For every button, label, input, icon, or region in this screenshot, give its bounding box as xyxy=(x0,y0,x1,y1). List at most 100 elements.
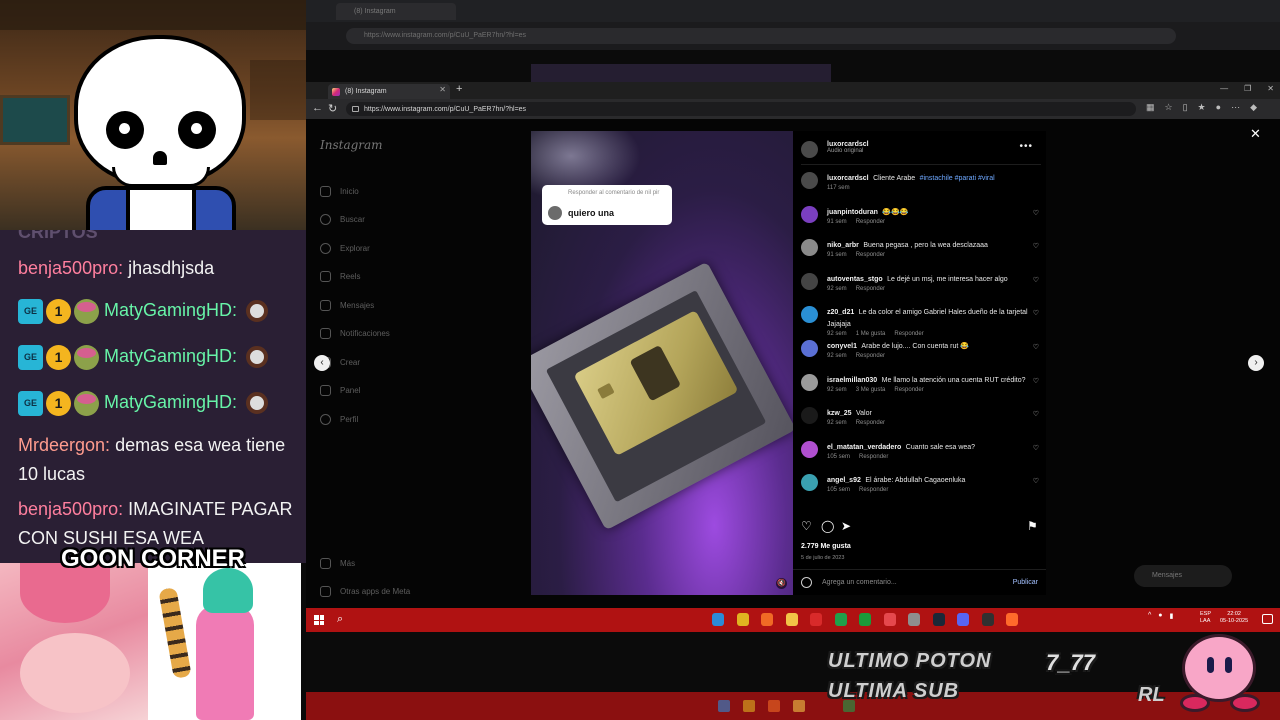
split-icon[interactable]: ▯ xyxy=(1183,102,1188,113)
tray-chevron-icon[interactable]: ^ xyxy=(1148,612,1151,620)
save-icon[interactable]: ⚑ xyxy=(1027,519,1038,533)
likes-count[interactable]: 2.779 Me gusta xyxy=(801,543,851,550)
comment-username[interactable]: juanpintoduran xyxy=(827,209,878,216)
audio-label[interactable]: Audio original xyxy=(827,148,869,154)
sidebar-item-explorar[interactable]: Explorar xyxy=(320,234,390,263)
commenter-avatar[interactable] xyxy=(801,474,818,492)
commenter-avatar[interactable] xyxy=(801,272,818,290)
comment-username[interactable]: autoventas_stgo xyxy=(827,276,883,283)
sidebar-item-mensajes[interactable]: Mensajes xyxy=(320,291,390,320)
next-post-icon[interactable]: › xyxy=(1248,355,1264,371)
sidebar-item-perfil[interactable]: Perfil xyxy=(320,405,390,434)
maximize-icon[interactable]: ❐ xyxy=(1244,84,1251,93)
comment-like-icon[interactable]: ♡ xyxy=(1033,343,1039,351)
comment-username[interactable]: kzw_25 xyxy=(827,410,852,417)
more-icon[interactable]: ⋯ xyxy=(1231,102,1240,113)
clock[interactable]: 22:02 05-10-2025 xyxy=(1220,611,1248,625)
edge-icon[interactable] xyxy=(712,613,724,626)
like-icon[interactable]: ♡ xyxy=(801,519,812,533)
comment-like-icon[interactable]: ♡ xyxy=(1033,377,1039,385)
comment-username[interactable]: el_matatan_verdadero xyxy=(827,444,901,451)
comment-icon[interactable]: ◯ xyxy=(821,519,834,533)
messages-button[interactable]: Mensajes xyxy=(1134,565,1232,587)
reload-icon[interactable]: ↻ xyxy=(328,102,337,115)
favorite-icon[interactable]: ☆ xyxy=(1165,102,1173,113)
share-icon[interactable]: ➤ xyxy=(841,519,851,533)
commenter-avatar[interactable] xyxy=(801,373,818,391)
comment-likes[interactable]: 3 Me gusta xyxy=(856,387,886,393)
new-tab-icon[interactable]: + xyxy=(456,83,462,95)
profile-icon[interactable]: ● xyxy=(1216,102,1221,113)
reply-button[interactable]: Responder xyxy=(856,219,885,225)
spreadsheet-icon[interactable] xyxy=(834,613,847,626)
background-tab[interactable]: (8) Instagram xyxy=(336,3,456,20)
background-address-bar[interactable]: https://www.instagram.com/p/CuU_PaER7hn/… xyxy=(346,28,1176,44)
comment-like-icon[interactable]: ♡ xyxy=(1033,209,1039,217)
browser-active-icon[interactable] xyxy=(1006,613,1018,626)
commenter-avatar[interactable] xyxy=(801,205,818,223)
comment-username[interactable]: niko_arbr xyxy=(827,242,859,249)
emoji-icon[interactable] xyxy=(801,577,812,588)
apps-icon[interactable]: ▦ xyxy=(1146,102,1155,113)
close-modal-icon[interactable]: ✕ xyxy=(1250,126,1261,142)
windows-start-icon[interactable] xyxy=(314,615,324,625)
commenter-avatar[interactable] xyxy=(801,407,818,425)
steam-icon[interactable] xyxy=(932,613,945,626)
tab-close-icon[interactable]: ✕ xyxy=(439,85,446,94)
obs-icon[interactable] xyxy=(981,613,994,626)
address-bar[interactable]: https://www.instagram.com/p/CuU_PaER7hn/… xyxy=(346,102,1136,116)
mute-icon[interactable]: 🔇 xyxy=(776,578,787,589)
reply-button[interactable]: Responder xyxy=(856,252,885,258)
mic-icon[interactable]: ● xyxy=(1158,612,1162,620)
chrome-icon[interactable] xyxy=(736,613,749,626)
sidebar-item-reels[interactable]: Reels xyxy=(320,263,390,292)
taskbar-search-icon[interactable]: ⌕ xyxy=(337,613,343,626)
reply-button[interactable]: Responder xyxy=(859,487,888,493)
author-username[interactable]: luxorcardscl xyxy=(827,141,869,148)
comment-username[interactable]: israelmillan030 xyxy=(827,377,877,384)
reply-button[interactable]: Responder xyxy=(894,387,923,393)
valorant-icon[interactable] xyxy=(883,613,896,626)
reply-button[interactable]: Responder xyxy=(859,454,888,460)
commenter-avatar[interactable] xyxy=(801,339,818,357)
network-icon[interactable]: ▮ xyxy=(1170,612,1174,620)
sidebar-item-panel[interactable]: Panel xyxy=(320,377,390,406)
comment-like-icon[interactable]: ♡ xyxy=(1033,309,1039,317)
settings-icon[interactable] xyxy=(908,613,920,626)
sidebar-item-inicio[interactable]: Inicio xyxy=(320,177,390,206)
instagram-logo[interactable]: Instagram xyxy=(320,138,383,152)
discord-icon[interactable] xyxy=(957,613,969,626)
commenter-avatar[interactable] xyxy=(801,440,818,458)
comment-username[interactable]: angel_s92 xyxy=(827,477,861,484)
window-close-icon[interactable]: ✕ xyxy=(1267,84,1274,93)
reply-button[interactable]: Responder xyxy=(856,353,885,359)
reply-button[interactable]: Responder xyxy=(856,420,885,426)
avatar[interactable] xyxy=(801,172,818,189)
sidebar-item-more[interactable]: Más xyxy=(320,549,410,578)
comment-input[interactable]: Agrega un comentario... xyxy=(822,579,897,586)
pdf-icon[interactable] xyxy=(810,613,822,626)
publish-button[interactable]: Publicar xyxy=(1013,579,1038,586)
commenter-avatar[interactable] xyxy=(801,239,818,257)
media-icon[interactable] xyxy=(859,613,871,626)
favorites-icon[interactable]: ★ xyxy=(1198,102,1206,113)
reply-button[interactable]: Responder xyxy=(856,286,885,292)
reply-button[interactable]: Responder xyxy=(894,331,923,337)
prev-post-icon[interactable]: ‹ xyxy=(314,355,330,371)
language-indicator[interactable]: ESP LAA xyxy=(1200,611,1211,625)
sidebar-item-buscar[interactable]: Buscar xyxy=(320,206,390,235)
minimize-icon[interactable]: — xyxy=(1220,84,1228,93)
caption-username[interactable]: luxorcardscl xyxy=(827,175,869,182)
comment-like-icon[interactable]: ♡ xyxy=(1033,477,1039,485)
more-options-icon[interactable]: ••• xyxy=(1019,141,1033,152)
copilot-icon[interactable]: ◆ xyxy=(1250,102,1257,113)
tab-instagram[interactable]: (8) Instagram ✕ xyxy=(328,84,450,99)
sidebar-item-meta-apps[interactable]: Otras apps de Meta xyxy=(320,578,410,607)
sidebar-item-notificaciones[interactable]: Notificaciones xyxy=(320,320,390,349)
brave-icon[interactable] xyxy=(761,613,773,626)
folder-icon[interactable] xyxy=(785,613,798,626)
back-icon[interactable]: ← xyxy=(312,102,323,114)
post-video[interactable]: Responder al comentario de nil pir quier… xyxy=(531,131,793,595)
notifications-icon[interactable] xyxy=(1262,614,1273,624)
author-avatar[interactable] xyxy=(801,141,818,158)
